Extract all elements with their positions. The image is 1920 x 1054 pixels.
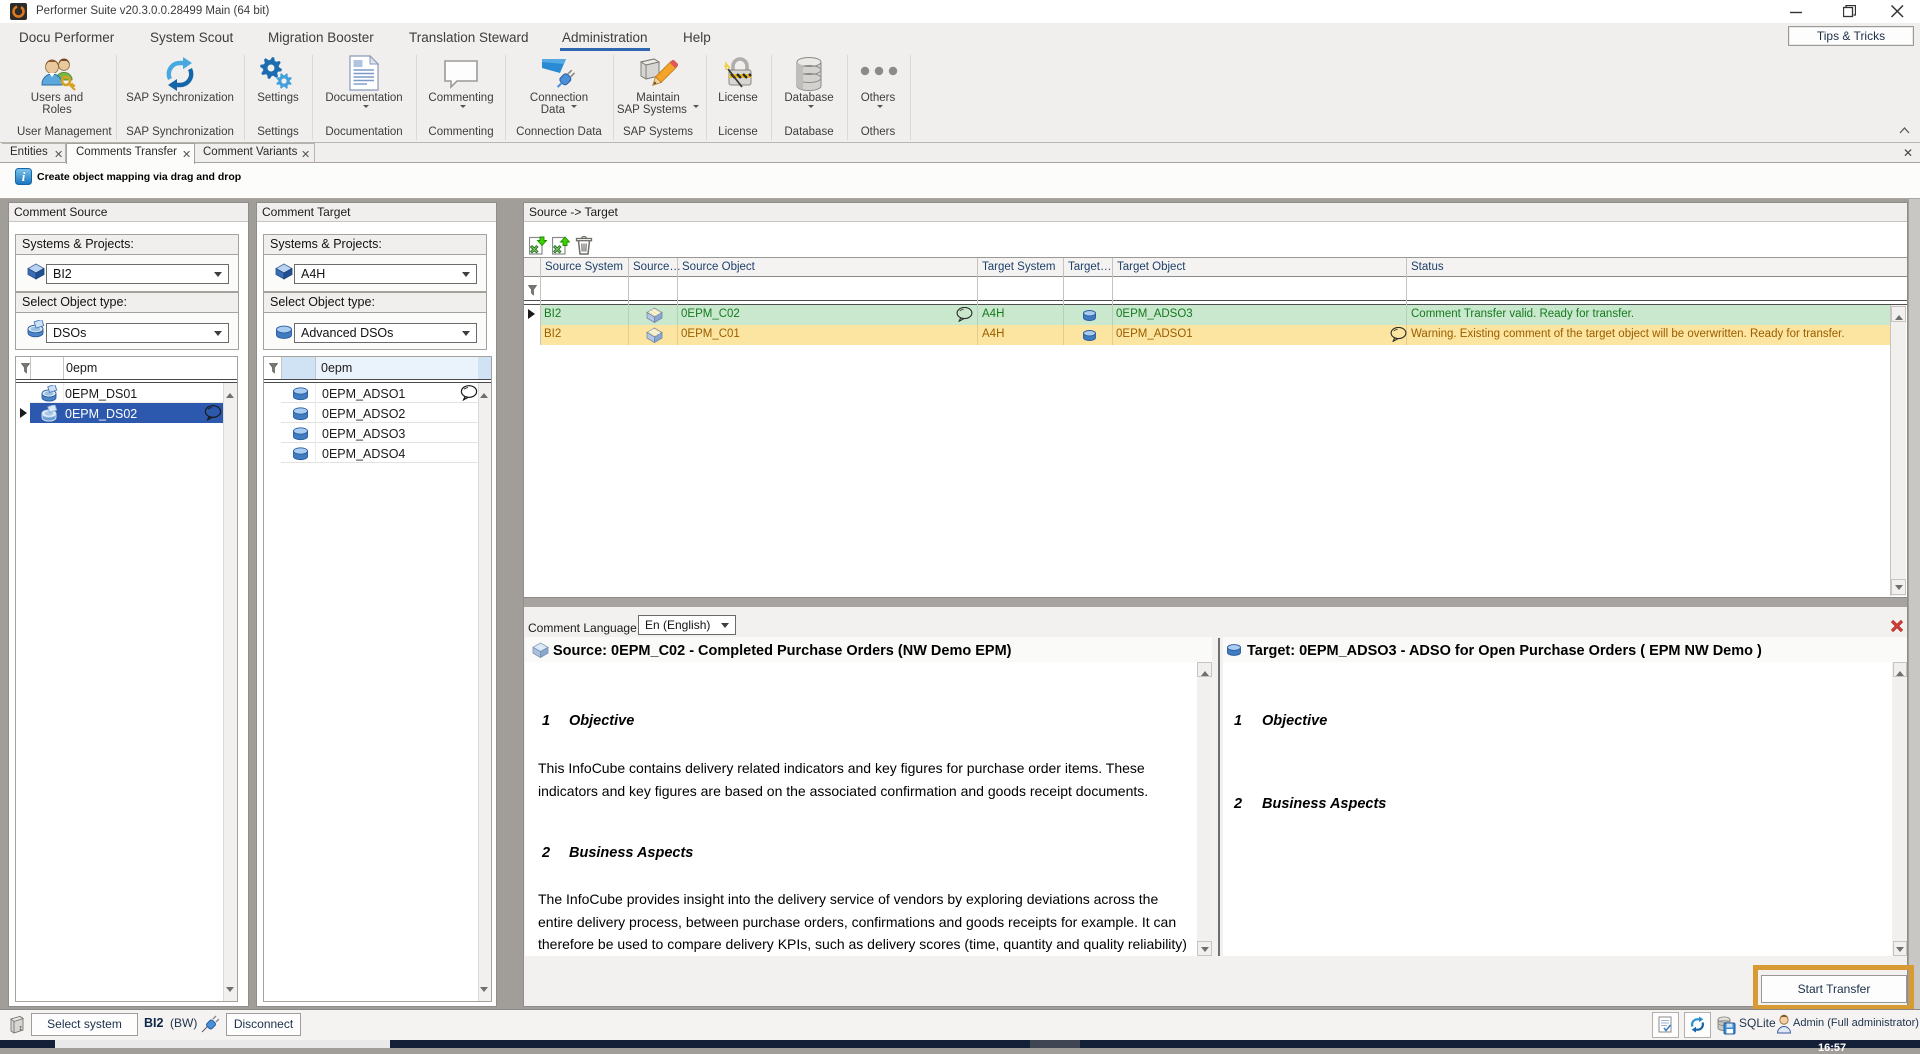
svg-text:i: i (22, 169, 26, 184)
